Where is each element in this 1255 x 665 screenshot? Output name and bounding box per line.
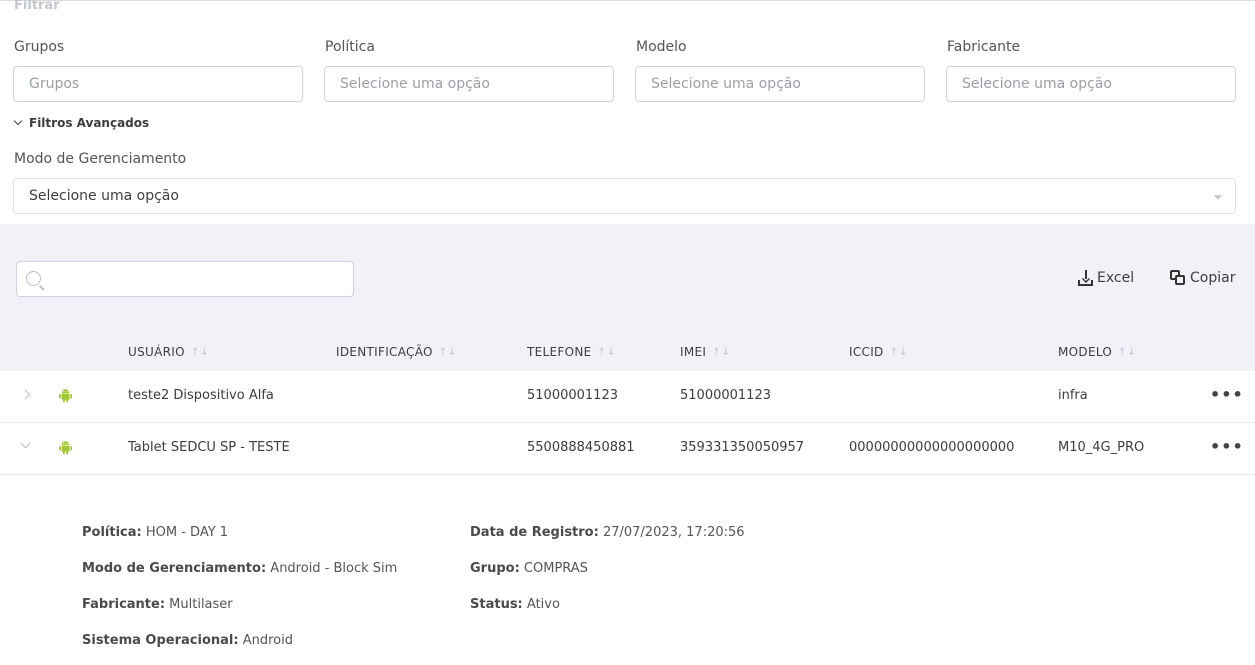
groups-input[interactable]: Grupos [13,66,303,102]
sort-icon: ↑↓ [1118,346,1137,358]
cell-telefone: 51000001123 [527,388,618,403]
chevron-down-icon [13,116,23,126]
management-mode-label: Modo de Gerenciamento [14,151,187,167]
table-row[interactable]: Tablet SEDCU SP - TESTE 5500888450881 35… [0,423,1255,475]
model-select[interactable]: Selecione uma opção [635,66,925,102]
table-toolbar-area: Excel Copiar USUÁRIO ↑↓ IDENTIFICAÇÃO ↑↓ T… [0,224,1255,372]
groups-label: Grupos [14,39,65,55]
table-row[interactable]: teste2 Dispositivo Alfa 51000001123 5100… [0,371,1255,423]
cell-iccid: 00000000000000000000 [849,440,1015,455]
sort-icon: ↑↓ [712,346,731,358]
copy-button[interactable]: Copiar [1170,270,1235,286]
sort-icon: ↑↓ [889,346,909,358]
detail-grupo: Grupo: COMPRAS [470,561,588,576]
policy-select[interactable]: Selecione uma opção [324,66,614,102]
sort-icon: ↑↓ [438,346,458,358]
sort-icon: ↑↓ [190,346,210,358]
filter-panel: Filtrar Grupos Grupos Política Selecione… [0,0,1255,224]
detail-data-registro: Data de Registro: 27/07/2023, 17:20:56 [470,525,745,540]
cell-modelo: M10_4G_PRO [1058,440,1145,455]
cell-modelo: infra [1058,388,1088,403]
cell-imei: 359331350050957 [680,440,805,455]
cell-usuario: Tablet SEDCU SP - TESTE [128,440,290,455]
chevron-down-icon[interactable] [20,438,31,449]
copy-label: Copiar [1190,270,1236,286]
management-mode-value: Selecione uma opção [29,188,179,204]
detail-status: Status: Ativo [470,597,560,612]
download-icon [1078,270,1093,286]
detail-modo: Modo de Gerenciamento: Android - Block S… [82,561,398,576]
column-header-usuario[interactable]: USUÁRIO ↑↓ [128,345,210,359]
copy-icon [1170,270,1186,286]
column-header-telefone[interactable]: TELEFONE ↑↓ [527,345,616,359]
manufacturer-select[interactable]: Selecione uma opção [946,66,1236,102]
cell-telefone: 5500888450881 [527,440,635,455]
row-details-panel: Política: HOM - DAY 1 Modo de Gerenciame… [0,475,1255,665]
column-header-identificacao[interactable]: IDENTIFICAÇÃO ↑↓ [336,345,458,359]
excel-label: Excel [1097,270,1135,286]
advanced-filters-toggle[interactable]: Filtros Avançados [13,116,150,130]
column-header-imei[interactable]: IMEI ↑↓ [680,345,731,359]
advanced-filters-label: Filtros Avançados [29,116,150,130]
policy-label: Política [325,39,375,55]
more-options-icon[interactable]: ••• [1210,439,1244,455]
management-mode-select[interactable]: Selecione uma opção [13,178,1236,214]
chevron-right-icon[interactable] [20,389,31,400]
search-input[interactable] [16,261,354,297]
cell-usuario: teste2 Dispositivo Alfa [128,388,274,403]
column-header-modelo[interactable]: MODELO ↑↓ [1058,345,1137,359]
manufacturer-label: Fabricante [947,39,1021,55]
caret-down-icon [1214,195,1222,200]
search-icon [26,271,41,286]
detail-sistema-operacional: Sistema Operacional: Android [82,633,293,648]
column-header-iccid[interactable]: ICCID ↑↓ [849,345,908,359]
excel-button[interactable]: Excel [1078,270,1134,286]
model-label: Modelo [636,39,687,55]
detail-fabricante: Fabricante: Multilaser [82,597,233,612]
more-options-icon[interactable]: ••• [1210,387,1244,403]
android-icon [59,441,72,455]
detail-politica: Política: HOM - DAY 1 [82,525,229,540]
sort-icon: ↑↓ [597,346,617,358]
filter-title: Filtrar [14,0,60,13]
cell-imei: 51000001123 [680,388,771,403]
android-icon [59,389,72,403]
